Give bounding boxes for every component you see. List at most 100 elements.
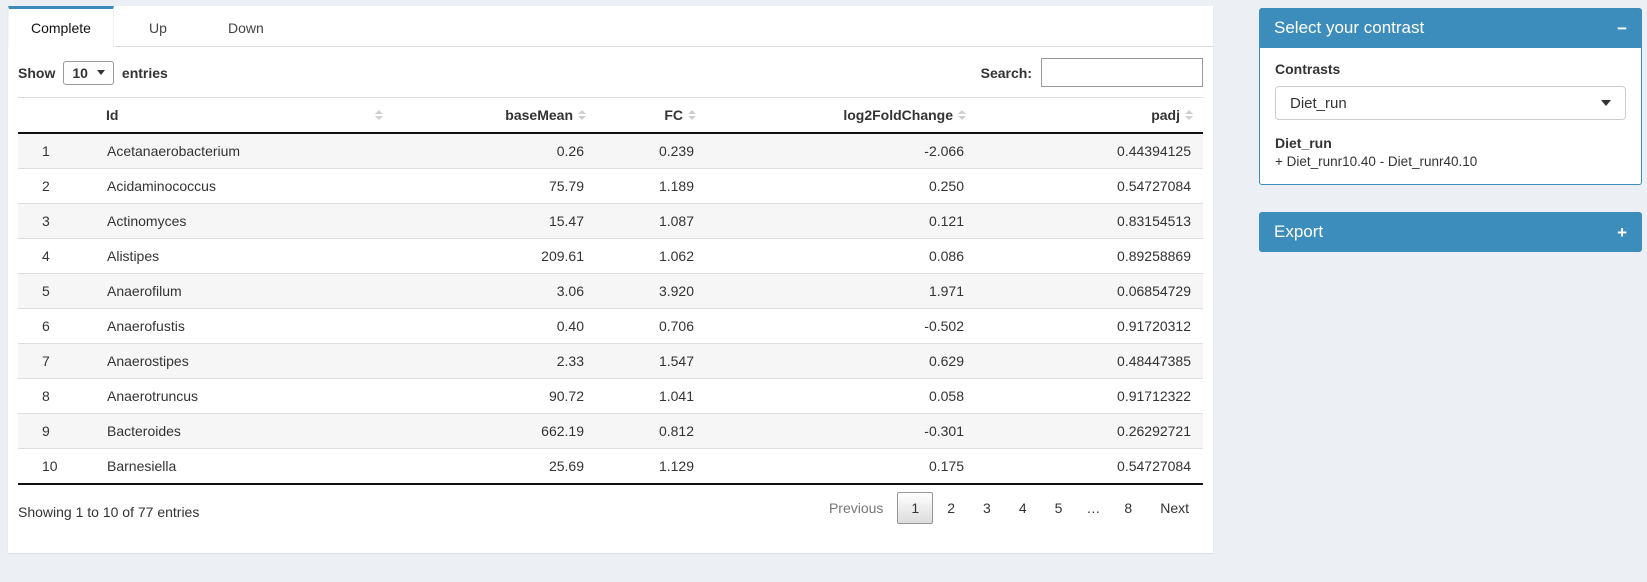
sort-icon bbox=[688, 110, 696, 120]
contrast-select[interactable]: Diet_run bbox=[1275, 86, 1626, 120]
length-suffix-label: entries bbox=[122, 65, 168, 81]
page: CompleteUpDown Show 10 entries Search: I… bbox=[0, 0, 1647, 553]
table-row: 4Alistipes209.611.0620.0860.89258869 bbox=[18, 239, 1203, 274]
cell-base_mean: 75.79 bbox=[391, 169, 596, 204]
contrast-panel: Select your contrast − Contrasts Diet_ru… bbox=[1259, 8, 1642, 185]
expand-plus-icon[interactable]: + bbox=[1617, 224, 1627, 241]
tab-bar: CompleteUpDown bbox=[8, 6, 1213, 47]
search-input[interactable] bbox=[1041, 58, 1203, 87]
cell-log2_fold_change: 1.971 bbox=[706, 274, 976, 309]
sort-icon bbox=[578, 110, 586, 120]
column-header-log2_fold_change[interactable]: log2FoldChange bbox=[706, 98, 976, 134]
cell-padj: 0.44394125 bbox=[976, 133, 1203, 169]
cell-log2_fold_change: 0.086 bbox=[706, 239, 976, 274]
cell-id: Anaerofilum bbox=[106, 274, 391, 309]
tab-down[interactable]: Down bbox=[202, 6, 290, 46]
page-button-2[interactable]: 2 bbox=[933, 492, 969, 524]
page-length-select[interactable]: 10 bbox=[63, 61, 114, 85]
contrasts-label: Contrasts bbox=[1275, 61, 1626, 77]
cell-row_number: 5 bbox=[18, 274, 106, 309]
cell-id: Anaerofustis bbox=[106, 309, 391, 344]
cell-fc: 0.239 bbox=[596, 133, 706, 169]
table-body: 1Acetanaerobacterium0.260.239-2.0660.443… bbox=[18, 133, 1203, 484]
cell-padj: 0.48447385 bbox=[976, 344, 1203, 379]
column-label: FC bbox=[664, 107, 683, 123]
table-row: 10Barnesiella25.691.1290.1750.54727084 bbox=[18, 449, 1203, 485]
contrast-panel-body: Contrasts Diet_run Diet_run + Diet_runr1… bbox=[1259, 48, 1642, 185]
cell-id: Alistipes bbox=[106, 239, 391, 274]
column-header-row_number bbox=[18, 98, 106, 134]
cell-base_mean: 0.26 bbox=[391, 133, 596, 169]
select-caret-icon bbox=[97, 70, 105, 75]
page-button-…: … bbox=[1076, 492, 1110, 524]
length-prefix-label: Show bbox=[18, 65, 55, 81]
column-header-padj[interactable]: padj bbox=[976, 98, 1203, 134]
results-table: IdbaseMean FC log2FoldChange padj 1Acetanae… bbox=[18, 97, 1203, 485]
cell-fc: 1.189 bbox=[596, 169, 706, 204]
search-control: Search: bbox=[981, 58, 1203, 87]
cell-base_mean: 209.61 bbox=[391, 239, 596, 274]
results-card: CompleteUpDown Show 10 entries Search: I… bbox=[8, 6, 1213, 553]
table-row: 6Anaerofustis0.400.706-0.5020.91720312 bbox=[18, 309, 1203, 344]
cell-row_number: 8 bbox=[18, 379, 106, 414]
table-row: 3Actinomyces15.471.0870.1210.83154513 bbox=[18, 204, 1203, 239]
cell-row_number: 1 bbox=[18, 133, 106, 169]
contrast-detail-text: + Diet_runr10.40 - Diet_runr40.10 bbox=[1275, 154, 1626, 169]
column-label: log2FoldChange bbox=[843, 107, 953, 123]
tab-up[interactable]: Up bbox=[114, 6, 202, 46]
page-button-3[interactable]: 3 bbox=[969, 492, 1005, 524]
cell-log2_fold_change: 0.175 bbox=[706, 449, 976, 485]
cell-fc: 1.087 bbox=[596, 204, 706, 239]
cell-log2_fold_change: 0.629 bbox=[706, 344, 976, 379]
page-button-previous[interactable]: Previous bbox=[815, 492, 897, 524]
cell-base_mean: 662.19 bbox=[391, 414, 596, 449]
table-controls: Show 10 entries Search: bbox=[8, 47, 1213, 97]
page-button-next[interactable]: Next bbox=[1146, 492, 1203, 524]
sidebar: Select your contrast − Contrasts Diet_ru… bbox=[1259, 6, 1642, 553]
search-label: Search: bbox=[981, 65, 1032, 81]
column-label: padj bbox=[1151, 107, 1180, 123]
column-header-fc[interactable]: FC bbox=[596, 98, 706, 134]
cell-log2_fold_change: 0.058 bbox=[706, 379, 976, 414]
cell-base_mean: 2.33 bbox=[391, 344, 596, 379]
cell-padj: 0.54727084 bbox=[976, 169, 1203, 204]
cell-base_mean: 25.69 bbox=[391, 449, 596, 485]
collapse-minus-icon[interactable]: − bbox=[1617, 20, 1627, 37]
cell-padj: 0.83154513 bbox=[976, 204, 1203, 239]
cell-fc: 1.129 bbox=[596, 449, 706, 485]
table-row: 1Acetanaerobacterium0.260.239-2.0660.443… bbox=[18, 133, 1203, 169]
pagination: Previous12345…8Next bbox=[815, 492, 1203, 524]
cell-row_number: 6 bbox=[18, 309, 106, 344]
cell-log2_fold_change: 0.250 bbox=[706, 169, 976, 204]
contrast-panel-title: Select your contrast bbox=[1274, 18, 1424, 38]
sort-icon bbox=[1185, 110, 1193, 120]
page-button-5[interactable]: 5 bbox=[1041, 492, 1077, 524]
table-header-row: IdbaseMean FC log2FoldChange padj bbox=[18, 98, 1203, 134]
page-button-1[interactable]: 1 bbox=[897, 492, 933, 524]
cell-fc: 3.920 bbox=[596, 274, 706, 309]
cell-id: Anaerostipes bbox=[106, 344, 391, 379]
cell-row_number: 9 bbox=[18, 414, 106, 449]
page-button-4[interactable]: 4 bbox=[1005, 492, 1041, 524]
table-info: Showing 1 to 10 of 77 entries bbox=[18, 496, 199, 520]
cell-row_number: 4 bbox=[18, 239, 106, 274]
cell-padj: 0.91720312 bbox=[976, 309, 1203, 344]
table-footer: Showing 1 to 10 of 77 entries Previous12… bbox=[8, 485, 1213, 524]
export-panel-title: Export bbox=[1274, 222, 1323, 242]
cell-fc: 0.812 bbox=[596, 414, 706, 449]
tab-complete[interactable]: Complete bbox=[8, 6, 114, 47]
cell-row_number: 10 bbox=[18, 449, 106, 485]
column-header-base_mean[interactable]: baseMean bbox=[391, 98, 596, 134]
sort-icon bbox=[958, 110, 966, 120]
cell-id: Acidaminococcus bbox=[106, 169, 391, 204]
page-button-8[interactable]: 8 bbox=[1110, 492, 1146, 524]
column-header-id[interactable]: Id bbox=[106, 98, 391, 134]
export-panel: Export + bbox=[1259, 212, 1642, 252]
contrast-detail-title: Diet_run bbox=[1275, 135, 1626, 151]
contrast-panel-header[interactable]: Select your contrast − bbox=[1259, 8, 1642, 48]
cell-id: Acetanaerobacterium bbox=[106, 133, 391, 169]
table-row: 2Acidaminococcus75.791.1890.2500.5472708… bbox=[18, 169, 1203, 204]
export-panel-header[interactable]: Export + bbox=[1259, 212, 1642, 252]
cell-padj: 0.89258869 bbox=[976, 239, 1203, 274]
cell-log2_fold_change: 0.121 bbox=[706, 204, 976, 239]
